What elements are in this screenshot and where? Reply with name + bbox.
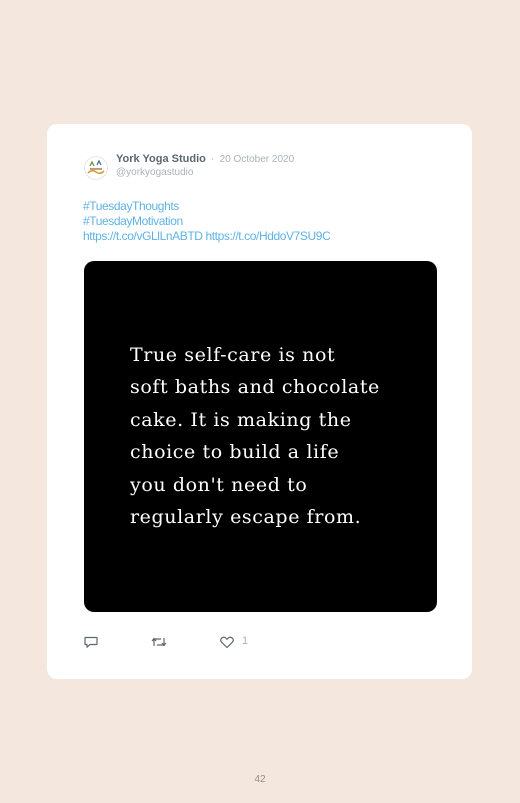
tweet-card: York Yoga Studio · 20 October 2020 @york… [47, 124, 472, 679]
page-number: 42 [254, 774, 266, 785]
image-quote: True self-care is not soft baths and cho… [130, 339, 430, 533]
url-link[interactable]: https://t.co/HddoV7SU9C [205, 229, 330, 243]
like-count: 1 [242, 635, 249, 647]
separator-dot: · [210, 153, 215, 165]
quote-line: choice to build a life [130, 441, 340, 464]
hashtag-link[interactable]: #TuesdayMotivation [83, 214, 330, 229]
url-link[interactable]: https://t.co/vGLlLnABTD [83, 229, 203, 243]
quote-line: you don't need to [130, 473, 308, 496]
quote-line: True self-care is not [130, 344, 336, 366]
quote-line: soft baths and chocolate [130, 376, 380, 399]
york-yoga-logo-icon [84, 156, 108, 180]
tweet-date[interactable]: 20 October 2020 [220, 154, 295, 165]
reply-icon[interactable] [83, 634, 99, 655]
author-handle[interactable]: @yorkyogastudio [116, 167, 193, 178]
quote-line: cake. It is making the [130, 408, 352, 431]
author-name[interactable]: York Yoga Studio [116, 153, 206, 165]
quote-line: regularly escape from. [130, 506, 362, 529]
retweet-icon[interactable] [150, 634, 168, 655]
heart-icon[interactable] [219, 634, 235, 655]
tweet-image[interactable]: True self-care is not soft baths and cho… [84, 261, 437, 612]
hashtag-link[interactable]: #TuesdayThoughts [83, 199, 330, 214]
avatar[interactable] [84, 156, 108, 180]
author-line: York Yoga Studio · 20 October 2020 [116, 153, 294, 165]
tweet-actions: 1 [47, 634, 472, 654]
tweet-text: #TuesdayThoughts #TuesdayMotivation http… [83, 199, 331, 244]
